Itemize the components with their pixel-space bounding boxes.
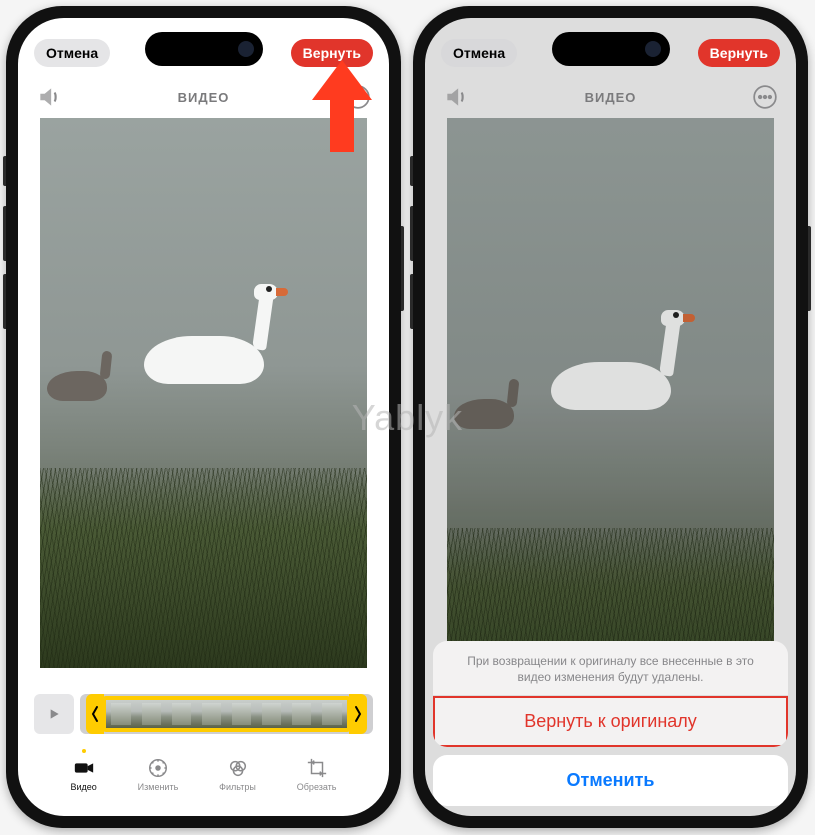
tool-video[interactable]: Видео <box>70 757 96 792</box>
tool-crop[interactable]: Обрезать <box>297 757 337 792</box>
cancel-button[interactable]: Отмена <box>34 39 110 67</box>
revert-to-original-button[interactable]: Вернуть к оригиналу <box>433 695 788 747</box>
swan-grey-graphic <box>454 399 514 429</box>
action-sheet: При возвращении к оригиналу все внесенны… <box>433 641 788 806</box>
screen-left: Отмена Вернуть ВИДЕО <box>18 18 389 816</box>
phone-left: Отмена Вернуть ВИДЕО <box>6 6 401 828</box>
volume-icon[interactable] <box>443 84 469 110</box>
cancel-button[interactable]: Отмена <box>441 39 517 67</box>
revert-button[interactable]: Вернуть <box>291 39 373 67</box>
revert-button[interactable]: Вернуть <box>698 39 780 67</box>
dynamic-island <box>552 32 670 66</box>
video-preview[interactable] <box>40 118 367 668</box>
video-preview[interactable] <box>447 118 774 728</box>
swan-white-graphic <box>551 362 671 410</box>
screen-right: Отмена Вернуть ВИДЕО <box>425 18 796 816</box>
action-sheet-cancel-button[interactable]: Отменить <box>433 755 788 806</box>
tool-filters[interactable]: Фильтры <box>219 757 256 792</box>
dynamic-island <box>145 32 263 66</box>
play-button[interactable] <box>34 694 74 734</box>
phone-right: Отмена Вернуть ВИДЕО <box>413 6 808 828</box>
section-title: ВИДЕО <box>585 90 637 105</box>
volume-icon[interactable] <box>36 84 62 110</box>
more-icon[interactable] <box>345 84 371 110</box>
tool-adjust[interactable]: Изменить <box>138 757 179 792</box>
editor-toolbar: Видео Изменить Фильтры <box>18 746 389 802</box>
trim-timeline[interactable] <box>80 694 373 734</box>
action-sheet-message: При возвращении к оригиналу все внесенны… <box>433 641 788 695</box>
swan-grey-graphic <box>47 371 107 401</box>
trim-handle-right[interactable] <box>349 694 367 734</box>
tool-label: Изменить <box>138 782 179 792</box>
tool-label: Видео <box>70 782 96 792</box>
timeline-thumbnails <box>102 696 351 732</box>
more-icon[interactable] <box>752 84 778 110</box>
tool-label: Обрезать <box>297 782 337 792</box>
grass-graphic <box>40 468 367 668</box>
tool-label: Фильтры <box>219 782 256 792</box>
section-title: ВИДЕО <box>178 90 230 105</box>
swan-white-graphic <box>144 336 264 384</box>
